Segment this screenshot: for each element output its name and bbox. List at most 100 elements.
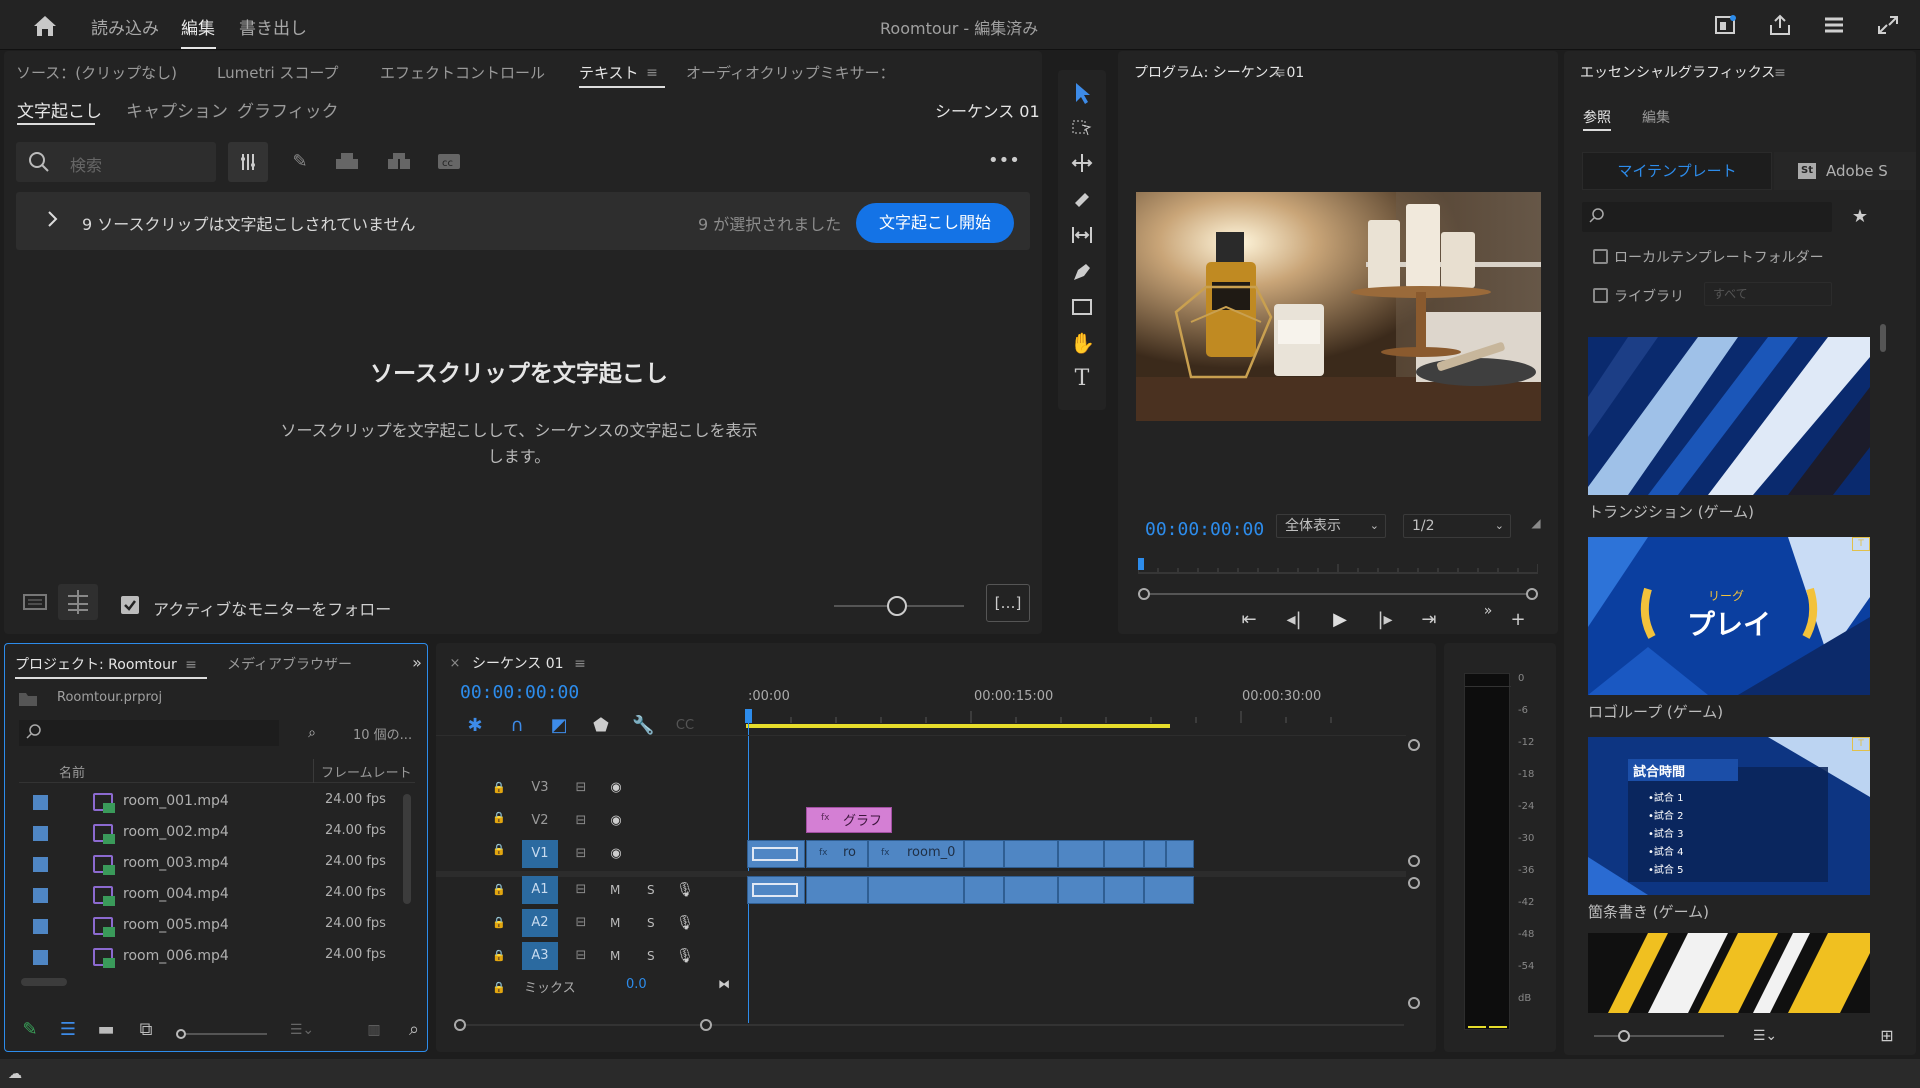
timeline-timecode[interactable]: 00:00:00:00	[460, 682, 579, 703]
subtab-captions[interactable]: キャプション	[126, 97, 228, 122]
lock-icon[interactable]: 🔒	[492, 839, 506, 861]
microphone-icon[interactable]: 🎙	[676, 945, 694, 967]
project-item-row[interactable]: room_001.mp4 24.00 fps	[23, 787, 419, 818]
zoom-slider-handle[interactable]	[887, 596, 907, 616]
lock-icon[interactable]: 🔒	[492, 807, 506, 829]
microphone-icon[interactable]: 🎙	[676, 912, 694, 934]
type-tool-icon[interactable]: T	[1070, 368, 1094, 390]
track-select-tool-icon[interactable]	[1070, 116, 1094, 144]
creative-cloud-icon[interactable]: ☁	[4, 1063, 26, 1085]
new-template-icon[interactable]: ⊞	[1876, 1025, 1898, 1047]
project-item-row[interactable]: room_002.mp4 24.00 fps	[23, 818, 419, 849]
captions-icon[interactable]: CC	[674, 715, 696, 737]
go-to-in-icon[interactable]: ⇤	[1238, 609, 1260, 631]
more-controls-icon[interactable]: »	[1480, 600, 1496, 622]
split-segment-icon[interactable]	[386, 151, 412, 177]
program-timecode[interactable]: 00:00:00:00	[1145, 519, 1264, 540]
mute-button[interactable]: M	[610, 883, 620, 897]
list-view-icon[interactable]: ☰	[57, 1019, 79, 1041]
find-in-bin-icon[interactable]: ⌕	[301, 722, 323, 744]
sync-lock-icon[interactable]: ⊟	[572, 843, 590, 865]
essential-menu-icon[interactable]: ≡	[1772, 62, 1788, 84]
quick-export-icon[interactable]	[1714, 14, 1738, 42]
pencil-icon[interactable]: ✎	[288, 151, 312, 173]
selection-tool-icon[interactable]	[1070, 80, 1094, 112]
lock-icon[interactable]: 🔒	[492, 945, 506, 967]
subtab-graphics[interactable]: グラフィック	[237, 97, 339, 122]
my-templates-button[interactable]: マイテンプレート	[1582, 152, 1772, 190]
project-menu-icon[interactable]: ≡	[183, 654, 199, 676]
automate-sequence-icon[interactable]: ▥	[363, 1019, 385, 1041]
transcript-view-icon[interactable]	[22, 591, 48, 619]
col-fps-header[interactable]: フレームレート	[321, 762, 412, 781]
add-marker-icon[interactable]: ⬟	[590, 715, 612, 737]
tab-edit[interactable]: 編集	[1642, 107, 1670, 127]
step-forward-icon[interactable]: |▸	[1374, 609, 1396, 631]
snap-icon[interactable]: ∩	[506, 715, 528, 737]
playhead-head[interactable]	[745, 709, 752, 723]
video-clip[interactable]	[747, 840, 805, 868]
sort-icon[interactable]: ☰⌄	[1748, 1025, 1782, 1047]
tab-browse[interactable]: 参照	[1583, 107, 1611, 127]
video-clip[interactable]	[1004, 840, 1058, 868]
timeline-ruler[interactable]	[745, 707, 1346, 729]
ripple-edit-tool-icon[interactable]	[1070, 152, 1094, 180]
home-icon[interactable]	[32, 14, 58, 40]
resolution-dropdown[interactable]: 1/2 ⌄	[1403, 514, 1511, 538]
sync-lock-icon[interactable]: ⊟	[572, 912, 590, 934]
nav-import[interactable]: 読み込み	[91, 14, 159, 39]
project-item-row[interactable]: room_005.mp4 24.00 fps	[23, 911, 419, 942]
lock-icon[interactable]: 🔒	[492, 879, 506, 901]
sync-lock-icon[interactable]: ⊟	[572, 810, 590, 832]
audio-clip[interactable]	[1004, 876, 1058, 904]
graphic-clip[interactable]: fx グラフ	[806, 807, 892, 833]
workspaces-icon[interactable]	[1822, 14, 1846, 42]
timeline-settings-icon[interactable]: 🔧	[632, 715, 654, 737]
video-clip[interactable]	[964, 840, 1004, 868]
video-clip[interactable]: fx room_0	[868, 840, 964, 868]
step-back-icon[interactable]: ◂|	[1283, 609, 1305, 631]
freeform-view-icon[interactable]: ⧉	[133, 1019, 159, 1041]
rectangle-tool-icon[interactable]	[1070, 296, 1094, 324]
text-tab-menu-icon[interactable]: ≡	[644, 62, 660, 84]
pencil-icon[interactable]: ✎	[19, 1019, 41, 1041]
tab-effect-controls[interactable]: エフェクトコントロール	[380, 62, 545, 83]
start-transcription-button[interactable]: 文字起こし開始	[856, 203, 1014, 243]
video-clip[interactable]: fx ro	[806, 840, 868, 868]
audio-clip[interactable]	[1058, 876, 1104, 904]
video-clip[interactable]	[1166, 840, 1194, 868]
sync-lock-icon[interactable]: ⊟	[572, 945, 590, 967]
mute-button[interactable]: M	[610, 949, 620, 963]
follow-checkbox[interactable]	[121, 596, 139, 614]
template-scrollbar[interactable]	[1880, 324, 1886, 352]
audio-clip[interactable]	[806, 876, 868, 904]
nav-edit[interactable]: 編集	[181, 14, 215, 39]
template-thumb-transition[interactable]	[1588, 337, 1870, 495]
merge-segments-icon[interactable]	[334, 151, 360, 177]
slip-tool-icon[interactable]	[1070, 224, 1094, 252]
audio-clip[interactable]	[747, 876, 805, 904]
eye-icon[interactable]: ◉	[606, 777, 626, 799]
template-thumb-logo-loop[interactable]: リーグ プレイ	[1588, 537, 1870, 695]
icon-view-icon[interactable]: ▬	[95, 1019, 117, 1041]
razor-tool-icon[interactable]	[1070, 188, 1094, 216]
tab-media-browser[interactable]: メディアブラウザー	[227, 654, 352, 674]
fullscreen-icon[interactable]	[1876, 14, 1900, 42]
program-menu-icon[interactable]: ≡	[1272, 62, 1288, 84]
mute-button[interactable]: M	[610, 916, 620, 930]
linked-selection-icon[interactable]: ◩	[548, 715, 570, 737]
audio-clip[interactable]	[1104, 876, 1144, 904]
hand-tool-icon[interactable]: ✋	[1070, 332, 1095, 354]
sequence-menu-icon[interactable]: ≡	[572, 653, 588, 675]
program-scrub-bar[interactable]	[1137, 558, 1539, 580]
lock-icon[interactable]: 🔒	[492, 977, 506, 999]
lock-icon[interactable]: 🔒	[492, 912, 506, 934]
vertical-zoom-handle-bottom[interactable]	[1408, 997, 1420, 1009]
timeline-horizontal-scrollbar[interactable]	[454, 1017, 1404, 1031]
close-sequence-icon[interactable]: ×	[448, 653, 462, 675]
solo-button[interactable]: S	[647, 949, 655, 963]
track-v1[interactable]: V1	[522, 840, 558, 868]
pen-tool-icon[interactable]	[1070, 260, 1094, 288]
thumbnail-size-slider[interactable]	[1594, 1029, 1724, 1043]
adobe-stock-tab[interactable]: St Adobe S	[1774, 152, 1916, 190]
